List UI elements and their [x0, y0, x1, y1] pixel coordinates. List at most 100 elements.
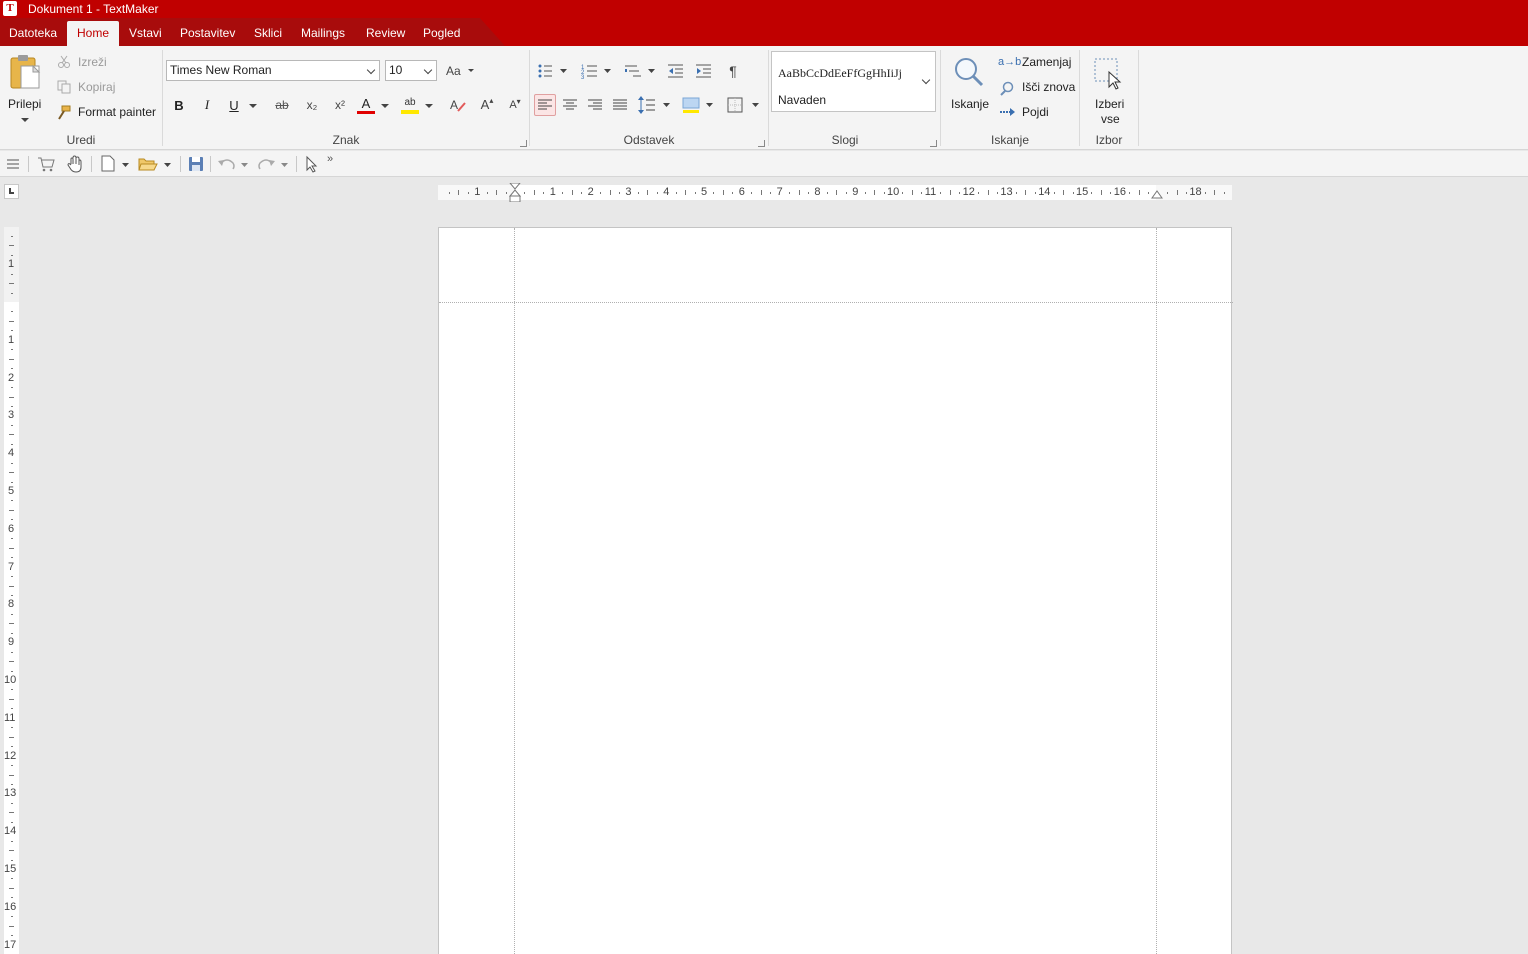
show-formatting-marks-button[interactable]: ¶: [724, 61, 742, 81]
bullets-button[interactable]: [536, 61, 572, 81]
underline-dropdown-icon[interactable]: [249, 104, 257, 108]
quick-access-toolbar: »: [0, 151, 1528, 177]
ruler-tick: [11, 273, 13, 275]
justify-button[interactable]: [611, 94, 629, 116]
ruler-tick: [1129, 192, 1131, 194]
ruler-tick: [11, 405, 13, 407]
strikethrough-button[interactable]: ab: [273, 96, 291, 114]
tab-stop-selector[interactable]: [4, 184, 19, 199]
align-right-button[interactable]: [586, 94, 604, 116]
ruler-tick: [978, 192, 980, 194]
subscript-button[interactable]: x₂: [302, 96, 322, 114]
search-button[interactable]: [951, 54, 987, 92]
shading-button[interactable]: [681, 95, 717, 115]
group-separator: [162, 50, 163, 146]
line-spacing-button[interactable]: [637, 95, 673, 115]
document-page[interactable]: [438, 227, 1233, 954]
ruler-tick: [9, 698, 14, 700]
tab-home[interactable]: Home: [67, 21, 120, 46]
superscript-button[interactable]: x²: [330, 96, 350, 114]
ruler-tick: [9, 509, 14, 511]
ruler-tick: [9, 358, 14, 360]
ruler-number: 7: [776, 186, 783, 198]
goto-arrow-icon: [1000, 108, 1015, 116]
multilevel-list-button[interactable]: [623, 61, 659, 81]
numbering-button[interactable]: 1 2 3: [580, 61, 616, 81]
save-icon[interactable]: [188, 156, 204, 172]
ruler-tick: [581, 192, 583, 194]
italic-button[interactable]: I: [198, 96, 216, 114]
tab-mailings[interactable]: Mailings: [301, 21, 345, 46]
odstavek-dialog-launcher-icon[interactable]: [758, 140, 765, 147]
tab-postavitev[interactable]: Postavitev: [180, 21, 235, 46]
tab-pogled[interactable]: Pogled: [423, 21, 460, 46]
horizontal-ruler[interactable]: 1 2 3 4 5 6 7 8 9 10 11 12 13 14 15 16 18 1: [438, 183, 1232, 202]
ruler-tick: [11, 613, 13, 615]
ruler-number: 13: [4, 787, 17, 800]
hamburger-menu-icon[interactable]: [6, 157, 20, 171]
tab-sklici[interactable]: Sklici: [254, 21, 282, 46]
open-folder-icon[interactable]: [138, 155, 174, 173]
align-left-button[interactable]: [534, 94, 556, 116]
highlight-letters: ab: [404, 97, 416, 108]
ruler-tick: [11, 859, 13, 861]
shopping-cart-icon[interactable]: [37, 156, 55, 172]
ruler-tick: [11, 878, 13, 880]
align-center-button[interactable]: [561, 94, 579, 116]
group-separator: [1138, 50, 1139, 146]
tab-datoteka[interactable]: Datoteka: [9, 21, 57, 46]
shrink-font-button[interactable]: A ▾: [506, 96, 524, 114]
font-color-dropdown-icon[interactable]: [381, 104, 389, 108]
style-gallery[interactable]: AaBbCcDdEeFfGgHhIiJj Navaden: [771, 51, 936, 112]
borders-button[interactable]: [726, 95, 762, 115]
highlight-button[interactable]: ab: [400, 94, 420, 116]
slogi-dialog-launcher-icon[interactable]: [930, 140, 937, 147]
undo-icon[interactable]: [217, 155, 251, 173]
format-painter-button[interactable]: Format painter: [78, 105, 156, 119]
increase-indent-button[interactable]: [695, 61, 713, 81]
font-size-combo[interactable]: 10: [385, 60, 437, 81]
change-case-button[interactable]: Aa: [445, 62, 477, 80]
clear-formatting-button[interactable]: A: [449, 96, 467, 114]
bold-button[interactable]: B: [170, 96, 188, 114]
copy-button[interactable]: Kopiraj: [78, 80, 115, 94]
toolbar-overflow-icon[interactable]: »: [327, 153, 333, 165]
hand-tool-icon[interactable]: [67, 155, 83, 173]
underline-button[interactable]: U: [225, 96, 243, 114]
magnifier-icon: [955, 58, 984, 87]
znak-dialog-launcher-icon[interactable]: [520, 140, 527, 147]
ruler-tick: [9, 812, 14, 814]
new-document-icon[interactable]: [100, 155, 132, 173]
ruler-tick: [637, 192, 639, 194]
redo-icon[interactable]: [257, 155, 291, 173]
select-all-button[interactable]: [1090, 54, 1126, 92]
ruler-tick: [845, 192, 847, 194]
chevron-down-icon: [366, 65, 376, 75]
font-color-button[interactable]: A: [356, 94, 376, 116]
decrease-indent-button[interactable]: [667, 61, 685, 81]
title-bar: T Dokument 1 - TextMaker: [0, 0, 1528, 18]
goto-button[interactable]: Pojdi: [1022, 105, 1049, 119]
vertical-ruler[interactable]: 1 2 3 4 5 6 7 8 9 10 11 12 13 14 15 16 17 1: [4, 227, 19, 954]
chevron-down-icon[interactable]: [921, 75, 931, 85]
ruler-number: 10: [4, 674, 17, 686]
ruler-tick: [11, 424, 13, 426]
search-again-button[interactable]: Išči znova: [1022, 80, 1075, 94]
grow-font-button[interactable]: A ▴: [478, 95, 496, 113]
select-pointer-icon[interactable]: [304, 155, 320, 173]
paste-button[interactable]: [6, 54, 44, 126]
ruler-number: 14: [1038, 186, 1051, 198]
font-size-value: 10: [389, 63, 403, 77]
tab-vstavi[interactable]: Vstavi: [129, 21, 162, 46]
ruler-tick: [9, 320, 14, 322]
ruler-tick: [11, 538, 13, 540]
tab-review[interactable]: Review: [366, 21, 405, 46]
replace-button[interactable]: Zamenjaj: [1022, 55, 1071, 69]
ruler-tick: [9, 396, 14, 398]
first-line-indent-marker-icon[interactable]: [509, 183, 521, 202]
highlight-dropdown-icon[interactable]: [425, 104, 433, 108]
font-name-combo[interactable]: Times New Roman: [166, 60, 380, 81]
right-indent-marker-icon[interactable]: [1151, 188, 1163, 202]
ruler-tick: [448, 192, 450, 194]
cut-button[interactable]: Izreži: [78, 55, 107, 69]
